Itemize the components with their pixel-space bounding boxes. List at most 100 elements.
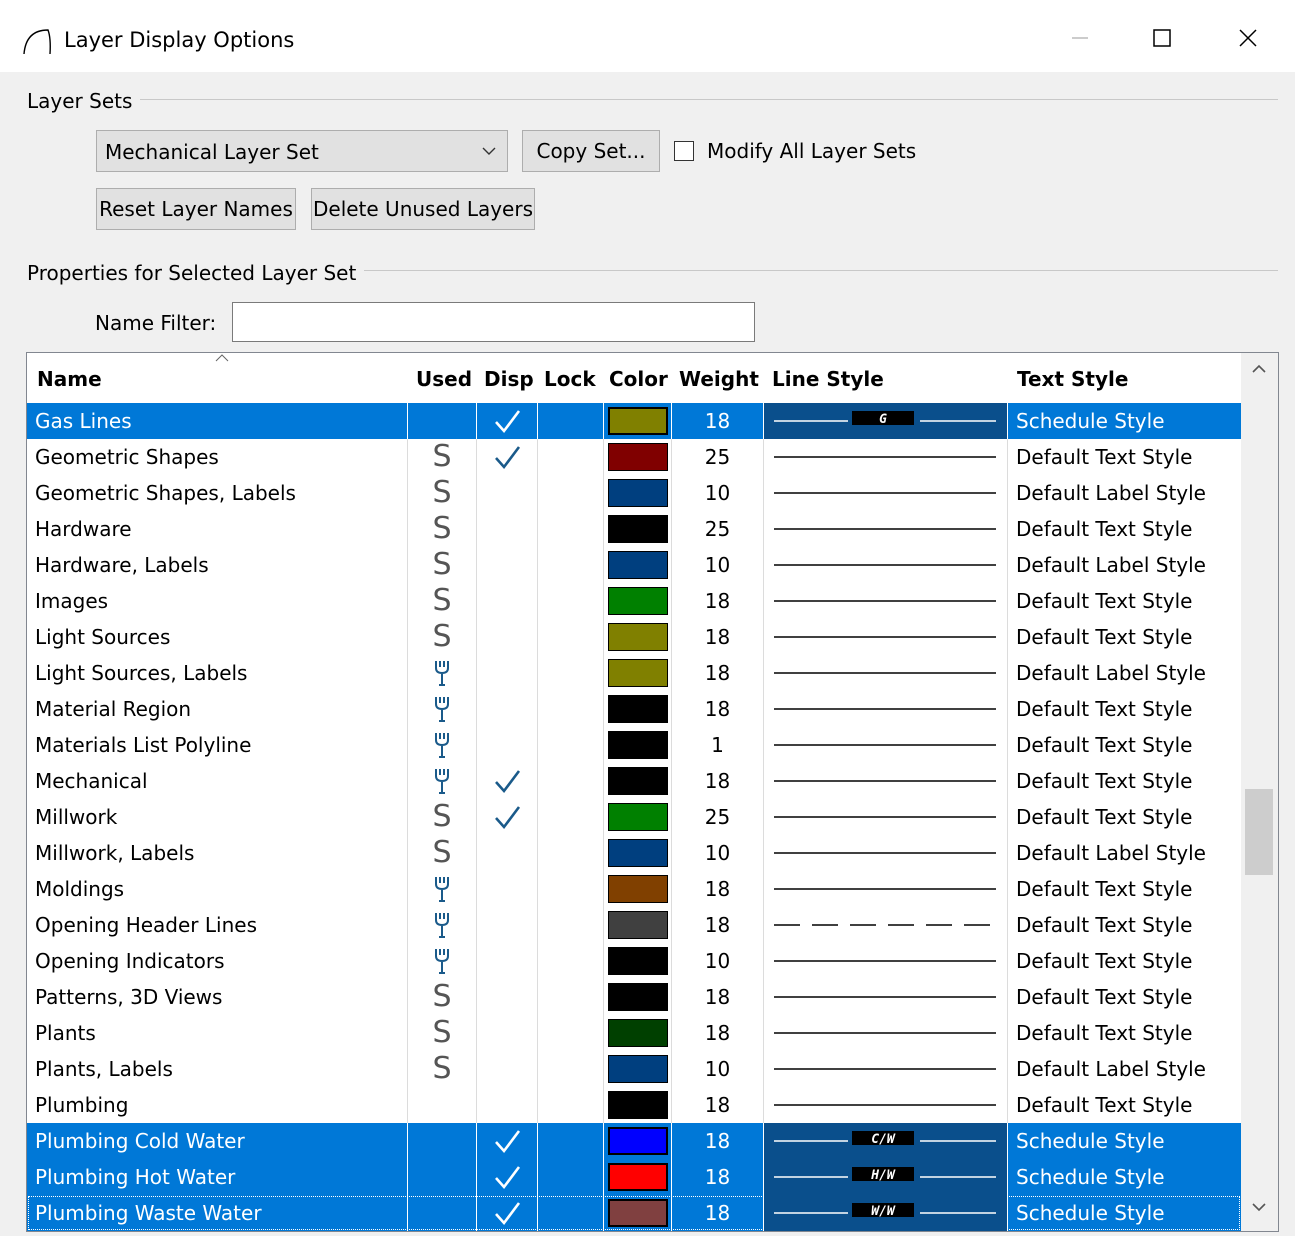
display-toggle[interactable] bbox=[476, 403, 537, 439]
line-style-cell[interactable] bbox=[763, 979, 1007, 1015]
close-button[interactable] bbox=[1218, 14, 1278, 62]
vertical-scrollbar[interactable] bbox=[1241, 353, 1278, 1231]
display-toggle[interactable] bbox=[476, 1123, 537, 1159]
column-header-text-style[interactable]: Text Style bbox=[1017, 367, 1128, 391]
column-header-line-style[interactable]: Line Style bbox=[772, 367, 884, 391]
table-row[interactable]: Images S 18 Default Text Style bbox=[27, 583, 1241, 619]
text-style[interactable]: Default Text Style bbox=[1007, 439, 1241, 475]
color-cell[interactable] bbox=[603, 619, 671, 655]
lock-toggle[interactable] bbox=[537, 835, 603, 871]
line-weight[interactable]: 18 bbox=[671, 763, 763, 799]
table-row[interactable]: Plants, Labels S 10 Default Label Style bbox=[27, 1051, 1241, 1087]
line-style-cell[interactable] bbox=[763, 1087, 1007, 1123]
line-style-cell[interactable] bbox=[763, 727, 1007, 763]
display-toggle[interactable] bbox=[476, 943, 537, 979]
table-row[interactable]: Plants S 18 Default Text Style bbox=[27, 1015, 1241, 1051]
color-cell[interactable] bbox=[603, 511, 671, 547]
line-style-cell[interactable] bbox=[763, 763, 1007, 799]
line-weight[interactable]: 18 bbox=[671, 583, 763, 619]
line-style-cell[interactable] bbox=[763, 691, 1007, 727]
table-row[interactable]: Geometric Shapes S 25 Default Text Style bbox=[27, 439, 1241, 475]
line-weight[interactable]: 10 bbox=[671, 1051, 763, 1087]
reset-layer-names-button[interactable]: Reset Layer Names bbox=[96, 188, 296, 230]
display-toggle[interactable] bbox=[476, 691, 537, 727]
lock-toggle[interactable] bbox=[537, 907, 603, 943]
text-style[interactable]: Default Text Style bbox=[1007, 871, 1241, 907]
column-header-name[interactable]: Name bbox=[37, 367, 102, 391]
line-weight[interactable]: 10 bbox=[671, 475, 763, 511]
line-weight[interactable]: 18 bbox=[671, 871, 763, 907]
line-weight[interactable]: 18 bbox=[671, 655, 763, 691]
color-cell[interactable] bbox=[603, 1087, 671, 1123]
lock-toggle[interactable] bbox=[537, 763, 603, 799]
line-weight[interactable]: 18 bbox=[671, 403, 763, 439]
maximize-button[interactable] bbox=[1132, 14, 1192, 62]
color-cell[interactable] bbox=[603, 691, 671, 727]
table-row[interactable]: Material Region 18 Default Text Style bbox=[27, 691, 1241, 727]
text-style[interactable]: Default Label Style bbox=[1007, 547, 1241, 583]
text-style[interactable]: Default Label Style bbox=[1007, 1051, 1241, 1087]
lock-toggle[interactable] bbox=[537, 1195, 603, 1231]
display-toggle[interactable] bbox=[476, 835, 537, 871]
display-toggle[interactable] bbox=[476, 727, 537, 763]
table-row[interactable]: Mechanical 18 Default Text Style bbox=[27, 763, 1241, 799]
copy-set-button[interactable]: Copy Set... bbox=[522, 130, 660, 172]
display-toggle[interactable] bbox=[476, 763, 537, 799]
line-weight[interactable]: 18 bbox=[671, 979, 763, 1015]
scrollbar-thumb[interactable] bbox=[1245, 789, 1273, 875]
display-toggle[interactable] bbox=[476, 907, 537, 943]
color-cell[interactable] bbox=[603, 907, 671, 943]
layer-set-select[interactable]: Mechanical Layer Set bbox=[96, 130, 508, 172]
text-style[interactable]: Default Text Style bbox=[1007, 763, 1241, 799]
line-style-cell[interactable] bbox=[763, 547, 1007, 583]
lock-toggle[interactable] bbox=[537, 655, 603, 691]
lock-toggle[interactable] bbox=[537, 1123, 603, 1159]
column-header-weight[interactable]: Weight bbox=[679, 367, 759, 391]
text-style[interactable]: Default Text Style bbox=[1007, 727, 1241, 763]
table-row[interactable]: Plumbing 18 Default Text Style bbox=[27, 1087, 1241, 1123]
display-toggle[interactable] bbox=[476, 655, 537, 691]
text-style[interactable]: Default Text Style bbox=[1007, 1087, 1241, 1123]
color-cell[interactable] bbox=[603, 547, 671, 583]
lock-toggle[interactable] bbox=[537, 475, 603, 511]
display-toggle[interactable] bbox=[476, 871, 537, 907]
line-style-cell[interactable]: G bbox=[763, 403, 1007, 439]
text-style[interactable]: Default Label Style bbox=[1007, 475, 1241, 511]
display-toggle[interactable] bbox=[476, 1015, 537, 1051]
color-cell[interactable] bbox=[603, 943, 671, 979]
line-style-cell[interactable] bbox=[763, 619, 1007, 655]
text-style[interactable]: Default Label Style bbox=[1007, 835, 1241, 871]
modify-all-label[interactable]: Modify All Layer Sets bbox=[707, 139, 916, 163]
table-row[interactable]: Gas Lines 18 G Schedule Style bbox=[27, 403, 1241, 439]
text-style[interactable]: Default Text Style bbox=[1007, 907, 1241, 943]
column-header-used[interactable]: Used bbox=[416, 367, 472, 391]
text-style[interactable]: Schedule Style bbox=[1007, 1159, 1241, 1195]
color-cell[interactable] bbox=[603, 727, 671, 763]
color-cell[interactable] bbox=[603, 439, 671, 475]
text-style[interactable]: Schedule Style bbox=[1007, 1195, 1241, 1231]
line-style-cell[interactable]: C/W bbox=[763, 1123, 1007, 1159]
line-style-cell[interactable] bbox=[763, 907, 1007, 943]
line-weight[interactable]: 18 bbox=[671, 1087, 763, 1123]
line-style-cell[interactable] bbox=[763, 583, 1007, 619]
table-row[interactable]: Hardware S 25 Default Text Style bbox=[27, 511, 1241, 547]
lock-toggle[interactable] bbox=[537, 583, 603, 619]
color-cell[interactable] bbox=[603, 583, 671, 619]
line-weight[interactable]: 10 bbox=[671, 547, 763, 583]
line-weight[interactable]: 18 bbox=[671, 1195, 763, 1231]
line-weight[interactable]: 25 bbox=[671, 799, 763, 835]
line-style-cell[interactable] bbox=[763, 1015, 1007, 1051]
line-style-cell[interactable] bbox=[763, 871, 1007, 907]
lock-toggle[interactable] bbox=[537, 1015, 603, 1051]
table-row[interactable]: Opening Header Lines 18 Default Text Style bbox=[27, 907, 1241, 943]
delete-unused-layers-button[interactable]: Delete Unused Layers bbox=[311, 188, 535, 230]
modify-all-checkbox[interactable] bbox=[674, 141, 694, 161]
color-cell[interactable] bbox=[603, 871, 671, 907]
lock-toggle[interactable] bbox=[537, 979, 603, 1015]
column-header-lock[interactable]: Lock bbox=[544, 367, 596, 391]
color-cell[interactable] bbox=[603, 799, 671, 835]
table-row[interactable]: Light Sources S 18 Default Text Style bbox=[27, 619, 1241, 655]
display-toggle[interactable] bbox=[476, 547, 537, 583]
color-cell[interactable] bbox=[603, 1123, 671, 1159]
text-style[interactable]: Schedule Style bbox=[1007, 403, 1241, 439]
